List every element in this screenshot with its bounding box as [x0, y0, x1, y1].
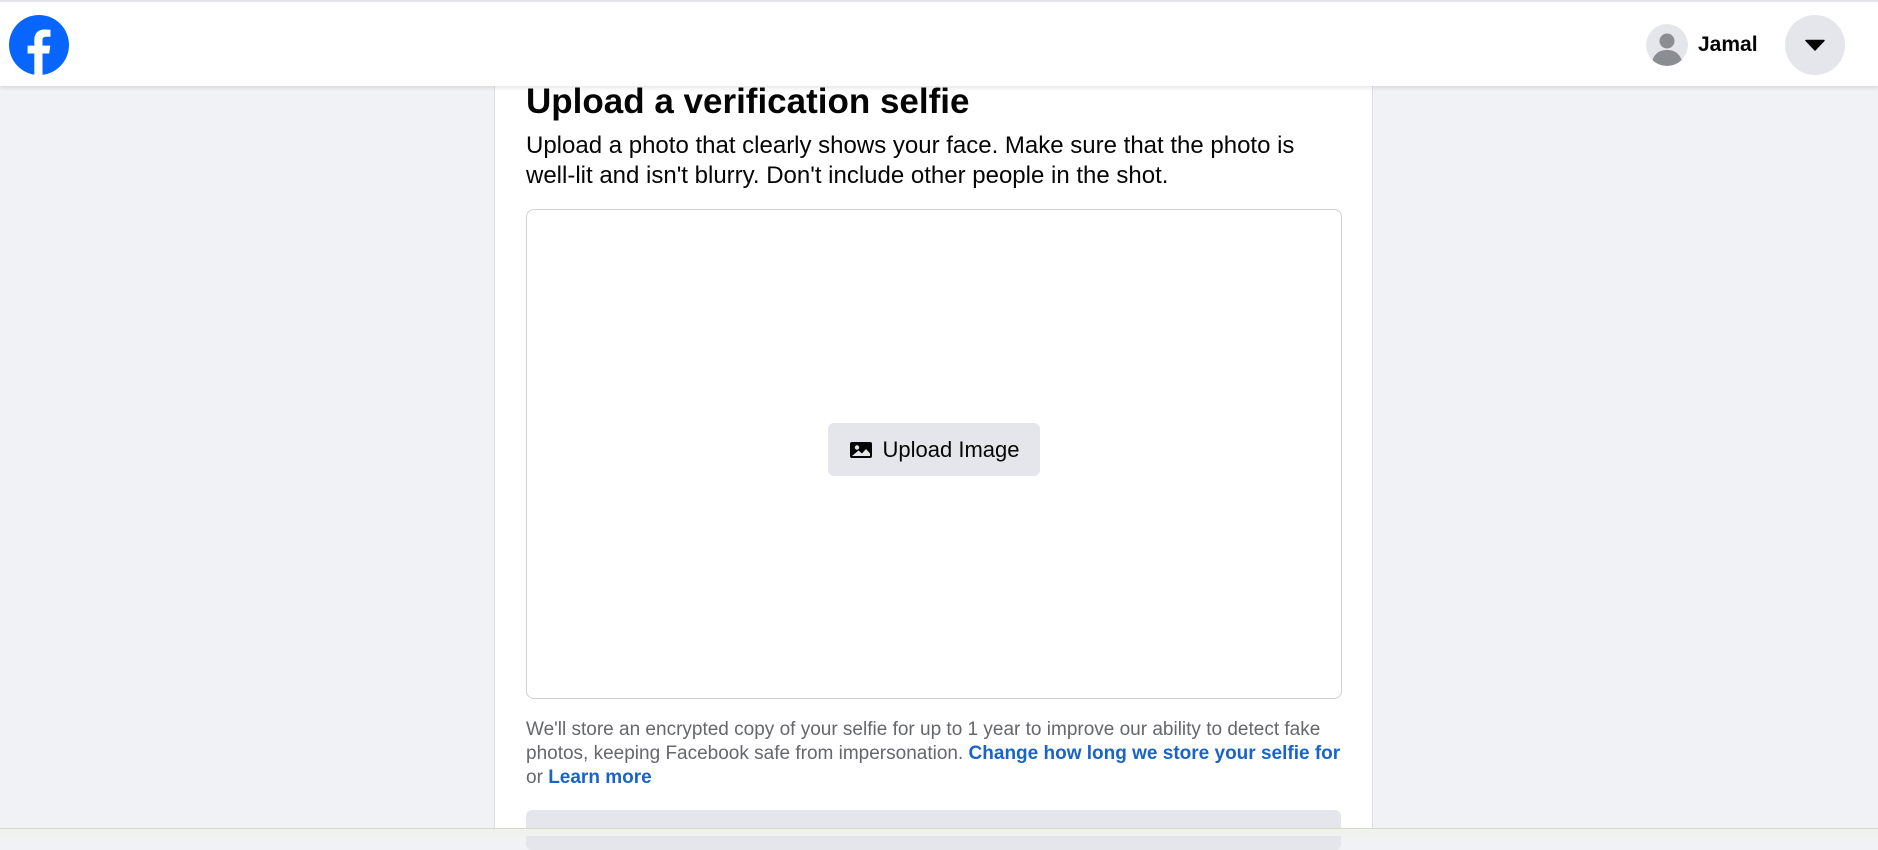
- page-title: Upload a verification selfie: [526, 82, 970, 121]
- upload-button-label: Upload Image: [882, 436, 1020, 462]
- user-name: Jamal: [1698, 33, 1758, 56]
- verification-card: Upload a verification selfie Upload a ph…: [494, 82, 1373, 850]
- or-text: or: [526, 767, 543, 788]
- facebook-logo-icon[interactable]: [9, 15, 69, 75]
- default-avatar-icon: [1646, 24, 1688, 66]
- change-storage-duration-link[interactable]: Change how long we store your selfie for: [969, 743, 1341, 764]
- caret-down-icon: [1805, 39, 1825, 51]
- top-border: [0, 0, 1878, 2]
- learn-more-link[interactable]: Learn more: [548, 767, 651, 788]
- profile-button[interactable]: Jamal: [1646, 23, 1758, 67]
- top-navigation-bar: Jamal: [0, 2, 1878, 86]
- upload-image-button[interactable]: Upload Image: [828, 423, 1040, 476]
- image-icon: [849, 441, 872, 458]
- image-upload-area[interactable]: Upload Image: [526, 209, 1342, 699]
- storage-notice: We'll store an encrypted copy of your se…: [526, 718, 1341, 790]
- account-menu-button[interactable]: [1785, 15, 1845, 75]
- page-description: Upload a photo that clearly shows your f…: [526, 132, 1295, 189]
